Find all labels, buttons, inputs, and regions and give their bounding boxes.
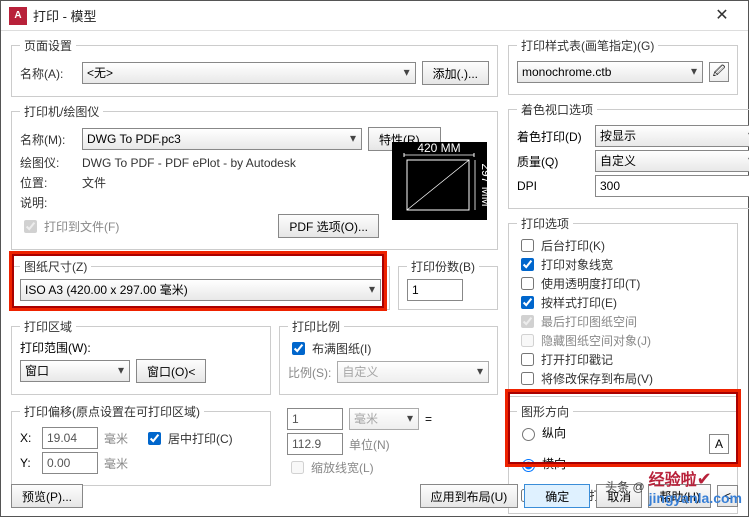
location-label: 位置: [20,174,76,191]
stamp-checkbox[interactable]: 打开打印戳记 [517,350,613,369]
lineweight-checkbox[interactable]: 打印对象线宽 [517,255,613,274]
printer-name-label: 名称(M): [20,131,76,148]
title-bar: A 打印 - 模型 ✕ [1,1,748,31]
bg-print-checkbox[interactable]: 后台打印(K) [517,236,605,255]
plot-range-label: 打印范围(W): [20,339,262,356]
scale-ratio-label: 比例(S): [288,364,331,381]
scale-bottom-unit: 单位(N) [349,436,390,453]
quality-select[interactable]: 自定义 [595,150,749,172]
preview-button[interactable]: 预览(P)... [11,484,83,508]
hide-ps-checkbox: 隐藏图纸空间对象(J) [517,331,651,350]
shade-label: 着色打印(D) [517,128,589,145]
offset-legend: 打印偏移(原点设置在可打印区域) [20,403,204,420]
by-style-checkbox[interactable]: 按样式打印(E) [517,293,617,312]
orientation-icon: A [709,434,729,454]
plot-range-select[interactable]: 窗口 [20,360,130,382]
window-title: 打印 - 模型 [33,6,704,25]
scale-bottom-input [287,433,343,455]
fit-paper-checkbox[interactable]: 布满图纸(I) [288,339,371,358]
print-to-file-checkbox: 打印到文件(F) [20,217,119,236]
copies-legend: 打印份数(B) [407,258,479,275]
dpi-input[interactable] [595,175,749,197]
svg-text:297 MM: 297 MM [479,163,487,206]
style-table-group: 打印样式表(画笔指定)(G) monochrome.ctb 🖉 [508,37,738,95]
save-layout-checkbox[interactable]: 将修改保存到布局(V) [517,369,653,388]
location-value: 文件 [82,174,106,191]
y-label: Y: [20,456,36,470]
y-input[interactable] [42,452,98,474]
scale-top-input [287,408,343,430]
plotter-label: 绘图仪: [20,154,76,171]
paper-preview: 420 MM 297 MM [392,142,487,220]
close-button[interactable]: ✕ [704,2,740,30]
window-button[interactable]: 窗口(O)< [136,359,206,383]
scale-ratio-select: 自定义 [337,361,489,383]
printer-legend: 打印机/绘图仪 [20,103,103,120]
paper-size-group: 图纸尺寸(Z) ISO A3 (420.00 x 297.00 毫米) [11,258,390,310]
center-checkbox[interactable]: 居中打印(C) [144,429,233,448]
page-setup-group: 页面设置 名称(A): <无> 添加(.)... [11,37,498,97]
viewport-group: 着色视口选项 着色打印(D) 按显示 质量(Q) 自定义 DPI [508,101,749,209]
desc-label: 说明: [20,194,76,211]
viewport-legend: 着色视口选项 [517,101,597,118]
options-group: 打印选项 后台打印(K) 打印对象线宽 使用透明度打印(T) 按样式打印(E) … [508,215,738,397]
scale-legend: 打印比例 [288,318,344,335]
watermark: 头条 @ 经验啦✔jingyanla.com [605,466,742,506]
last-ps-checkbox: 最后打印图纸空间 [517,312,637,331]
style-table-legend: 打印样式表(画笔指定)(G) [517,37,658,54]
scale-unit-select: 毫米 [349,408,419,430]
style-edit-icon[interactable]: 🖉 [709,62,729,82]
pdf-options-button[interactable]: PDF 选项(O)... [278,214,379,238]
x-unit: 毫米 [104,430,128,447]
plot-area-legend: 打印区域 [20,318,76,335]
transparency-checkbox[interactable]: 使用透明度打印(T) [517,274,640,293]
x-input[interactable] [42,427,98,449]
options-legend: 打印选项 [517,215,573,232]
app-logo-icon: A [9,7,27,25]
shade-select[interactable]: 按显示 [595,125,749,147]
ok-button[interactable]: 确定 [524,484,590,508]
page-name-select[interactable]: <无> [82,62,416,84]
page-name-label: 名称(A): [20,65,76,82]
y-unit: 毫米 [104,455,128,472]
plot-area-group: 打印区域 打印范围(W): 窗口 窗口(O)< [11,318,271,395]
orientation-legend: 图形方向 [517,403,573,420]
paper-size-select[interactable]: ISO A3 (420.00 x 297.00 毫米) [20,279,381,301]
scale-group: 打印比例 布满图纸(I) 比例(S): 自定义 [279,318,498,395]
scale-lineweight-checkbox: 缩放线宽(L) [287,458,374,477]
dpi-label: DPI [517,179,589,193]
plotter-value: DWG To PDF - PDF ePlot - by Autodesk [82,156,296,170]
paper-size-legend: 图纸尺寸(Z) [20,258,91,275]
apply-layout-button[interactable]: 应用到布局(U) [420,484,519,508]
add-button[interactable]: 添加(.)... [422,61,489,85]
equals: = [425,412,432,426]
copies-input[interactable] [407,279,463,301]
style-table-select[interactable]: monochrome.ctb [517,61,703,83]
page-setup-legend: 页面设置 [20,37,76,54]
printer-group: 打印机/绘图仪 名称(M): DWG To PDF.pc3 特性(R)... 绘… [11,103,498,250]
quality-label: 质量(Q) [517,153,589,170]
x-label: X: [20,431,36,445]
copies-group: 打印份数(B) [398,258,498,310]
printer-name-select[interactable]: DWG To PDF.pc3 [82,128,362,150]
portrait-radio[interactable]: 纵向 [517,424,729,441]
offset-group: 打印偏移(原点设置在可打印区域) X: 毫米 居中打印(C) Y: 毫米 [11,403,271,486]
svg-text:420 MM: 420 MM [417,142,460,155]
